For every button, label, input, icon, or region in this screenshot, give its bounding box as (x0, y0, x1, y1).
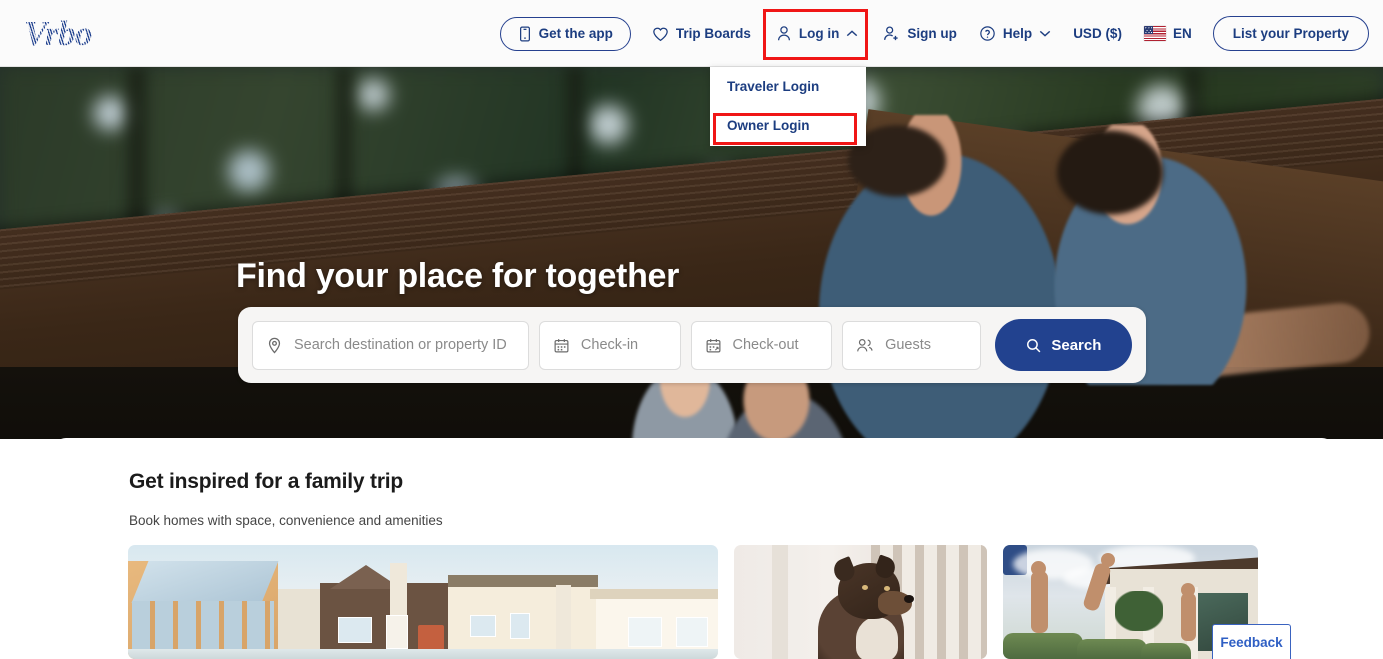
owner-login-menu-item[interactable]: Owner Login (710, 106, 866, 145)
list-your-property-label: List your Property (1232, 26, 1349, 41)
help-label: Help (1002, 26, 1033, 41)
inspiration-card-dog-porch[interactable] (734, 545, 987, 659)
vrbo-logo-text: Vrbo (24, 13, 93, 53)
language-selector[interactable]: EN (1133, 17, 1203, 50)
hero-background-image (0, 67, 1383, 439)
sign-up-label: Sign up (907, 26, 957, 41)
language-label: EN (1172, 26, 1192, 41)
trip-boards-button[interactable]: Trip Boards (641, 17, 762, 51)
checkout-placeholder: Check-out (732, 337, 799, 353)
vrbo-homepage: Find your place for together Search dest… (0, 0, 1383, 659)
guests-field[interactable]: Guests (842, 320, 981, 370)
guests-placeholder: Guests (885, 337, 932, 353)
inspiration-section: Get inspired for a family trip Book home… (54, 438, 1334, 659)
trip-boards-label: Trip Boards (675, 26, 751, 41)
hero-title: Find your place for together (236, 257, 680, 295)
beach-houses-photo (128, 545, 718, 659)
chevron-down-icon (1039, 29, 1051, 38)
checkin-field[interactable]: Check-in (538, 320, 681, 370)
chevron-up-icon (846, 29, 858, 38)
search-destination-placeholder: Search destination or property ID (294, 337, 507, 353)
mobile-phone-icon (518, 25, 532, 42)
search-bar: Search destination or property ID Check-… (238, 307, 1146, 383)
traveler-login-label: Traveler Login (727, 79, 820, 94)
user-icon (776, 25, 792, 42)
us-flag-icon (1143, 26, 1166, 41)
login-dropdown-menu: Traveler Login Owner Login (710, 67, 866, 146)
help-button[interactable]: Help (968, 16, 1062, 51)
currency-label: USD ($) (1073, 26, 1122, 41)
calendar-icon (553, 337, 570, 354)
section-subtitle: Book homes with space, convenience and a… (129, 513, 443, 528)
checkin-placeholder: Check-in (580, 337, 639, 353)
vrbo-logo[interactable]: Vrbo (24, 13, 139, 53)
search-destination-field[interactable]: Search destination or property ID (252, 320, 529, 370)
feedback-tab[interactable]: Feedback (1212, 624, 1291, 659)
hero-banner: Find your place for together Search dest… (0, 67, 1383, 439)
site-header: Vrbo Get the app Trip Boards Log in Sign… (0, 0, 1383, 67)
log-in-label: Log in (798, 26, 840, 41)
search-button-label: Search (1051, 336, 1102, 354)
feedback-label: Feedback (1220, 634, 1283, 650)
sign-up-button[interactable]: Sign up (872, 16, 968, 51)
dog-on-porch-photo (734, 545, 987, 659)
magnifier-icon (1025, 337, 1042, 354)
guests-icon (856, 337, 874, 354)
search-button[interactable]: Search (994, 319, 1133, 371)
owner-login-label: Owner Login (727, 118, 810, 133)
question-circle-icon (979, 25, 996, 42)
inspiration-card-beach-houses[interactable] (128, 545, 718, 659)
inspiration-card-row (128, 545, 1258, 659)
section-title: Get inspired for a family trip (129, 470, 404, 493)
heart-icon (652, 26, 669, 42)
list-your-property-button[interactable]: List your Property (1212, 16, 1369, 51)
calendar-icon (705, 337, 722, 354)
currency-selector[interactable]: USD ($) (1062, 17, 1133, 50)
user-plus-icon (883, 25, 900, 42)
get-the-app-button[interactable]: Get the app (499, 16, 631, 51)
traveler-login-menu-item[interactable]: Traveler Login (710, 67, 866, 106)
get-the-app-label: Get the app (538, 26, 613, 41)
log-in-button[interactable]: Log in (762, 16, 873, 51)
location-pin-icon (266, 337, 283, 354)
checkout-field[interactable]: Check-out (690, 320, 833, 370)
header-nav: Get the app Trip Boards Log in Sign up H… (499, 0, 1369, 67)
